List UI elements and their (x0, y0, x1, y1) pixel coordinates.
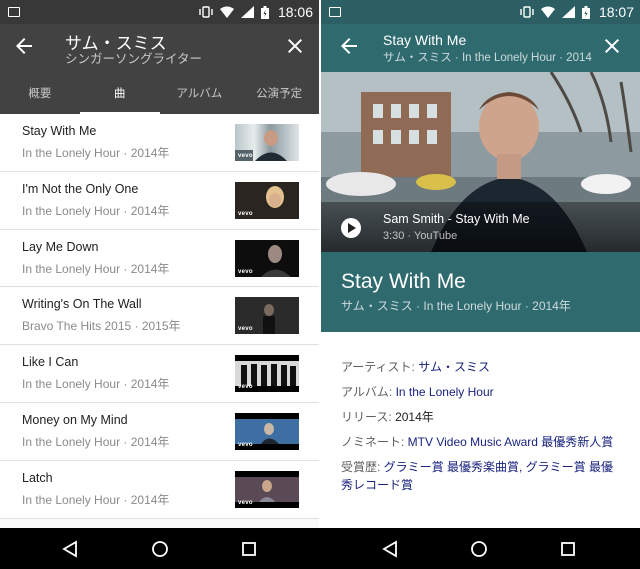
close-icon (288, 39, 302, 53)
image-notification-icon (329, 7, 341, 17)
song-album-year: In the Lonely Hour · 2014年 (22, 146, 170, 160)
back-button[interactable] (337, 34, 361, 58)
video-player[interactable]: Sam Smith - Stay With Me 3:30 · YouTube (321, 72, 640, 252)
back-button[interactable] (12, 34, 36, 58)
song-title: Stay With Me (22, 124, 97, 138)
close-button[interactable] (283, 34, 307, 58)
song-list: Stay With Me In the Lonely Hour · 2014年 … (0, 114, 319, 519)
close-icon (605, 39, 619, 53)
image-notification-icon (8, 7, 20, 17)
wifi-icon (540, 6, 555, 18)
tab-songs[interactable]: 曲 (79, 72, 160, 114)
fact-artist: アーティスト: サム・スミス (341, 360, 490, 374)
battery-icon (581, 5, 590, 19)
fact-awards: 受賞歴: グラミー賞 最優秀楽曲賞, グラミー賞 最優秀レコード賞 (341, 460, 614, 492)
song-info-title: Stay With Me (341, 270, 466, 293)
back-arrow-icon (16, 38, 32, 54)
artist-role: シンガーソングライター (65, 51, 203, 66)
fact-nomination: ノミネート: MTV Video Music Award 最優秀新人賞 (341, 435, 614, 449)
fact-album: アルバム: In the Lonely Hour (341, 385, 494, 399)
song-thumbnail: vevo (235, 470, 299, 508)
song-row[interactable]: I'm Not the Only One In the Lonely Hour … (0, 171, 319, 230)
song-title: Stay With Me (383, 32, 467, 48)
song-title: I'm Not the Only One (22, 181, 139, 196)
signal-icon (561, 6, 575, 18)
song-thumbnail: vevo (235, 239, 299, 277)
song-row[interactable]: Lay Me Down In the Lonely Hour · 2014年 v… (0, 229, 319, 288)
fact-release: リリース: 2014年 (341, 410, 434, 424)
song-album-year: In the Lonely Hour · 2014年 (22, 261, 170, 276)
vibrate-icon (520, 6, 534, 18)
song-row[interactable]: Latch In the Lonely Hour · 2014年 vevo (0, 460, 319, 519)
tab-events[interactable]: 公演予定 (239, 72, 319, 114)
status-bar: 18:07 (321, 0, 640, 24)
song-title: Lay Me Down (22, 239, 99, 254)
song-album-year: Bravo The Hits 2015 · 2015年 (22, 319, 181, 334)
song-album-year: In the Lonely Hour · 2014年 (22, 492, 170, 507)
song-thumbnail: vevo (235, 355, 299, 393)
song-album-year: In the Lonely Hour · 2014年 (22, 377, 170, 392)
song-subtitle: サム・スミス · In the Lonely Hour · 2014… (383, 52, 593, 64)
nav-back-icon[interactable] (60, 539, 80, 559)
clock: 18:07 (598, 4, 634, 20)
song-title: Writing's On The Wall (22, 297, 142, 312)
song-info-band: Stay With Me サム・スミス · In the Lonely Hour… (321, 252, 640, 332)
song-thumbnail: vevo (235, 181, 299, 219)
vibrate-icon (199, 6, 213, 18)
album-link[interactable]: In the Lonely Hour (396, 385, 494, 399)
song-album-year: In the Lonely Hour · 2014年 (22, 203, 170, 218)
video-duration-source: 3:30 · YouTube (383, 230, 458, 242)
nav-recents-icon[interactable] (558, 539, 578, 559)
nav-back-icon[interactable] (380, 539, 400, 559)
song-album-year: In the Lonely Hour · 2014年 (22, 434, 170, 449)
close-button[interactable] (600, 34, 624, 58)
artist-tabs: 概要 曲 アルバム 公演予定 (0, 72, 319, 114)
song-row[interactable]: Money on My Mind In the Lonely Hour · 20… (0, 402, 319, 461)
tab-overview[interactable]: 概要 (0, 72, 80, 114)
song-thumbnail: vevo (235, 297, 299, 335)
song-header: Stay With Me サム・スミス · In the Lonely Hour… (321, 24, 640, 72)
battery-icon (260, 5, 269, 19)
song-title: Like I Can (22, 355, 79, 370)
release-year: 2014年 (395, 410, 434, 424)
nav-home-icon[interactable] (150, 539, 170, 559)
artist-link[interactable]: サム・スミス (418, 360, 490, 374)
signal-icon (240, 6, 254, 18)
song-thumbnail: vevo (235, 124, 299, 161)
artist-header: サム・スミス シンガーソングライター 概要 曲 アルバム 公演予定 (0, 24, 319, 114)
song-row[interactable]: Writing's On The Wall Bravo The Hits 201… (0, 287, 319, 346)
back-arrow-icon (341, 38, 357, 54)
song-row[interactable]: Like I Can In the Lonely Hour · 2014年 ve… (0, 345, 319, 403)
song-info-subtitle: サム・スミス · In the Lonely Hour · 2014年 (341, 299, 571, 313)
play-icon[interactable] (341, 218, 361, 238)
song-facts: アーティスト: サム・スミス アルバム: In the Lonely Hour … (321, 332, 640, 501)
song-thumbnail: vevo (235, 412, 299, 450)
wifi-icon (219, 6, 234, 18)
song-title: Money on My Mind (22, 412, 128, 427)
navigation-bar (0, 528, 640, 569)
song-row[interactable]: Stay With Me In the Lonely Hour · 2014年 … (0, 114, 319, 172)
video-title: Sam Smith - Stay With Me (383, 212, 530, 226)
song-title: Latch (22, 470, 53, 485)
song-detail-screen: 18:07 Stay With Me サム・スミス · In the Lonel… (321, 0, 640, 528)
nomination-link[interactable]: MTV Video Music Award 最優秀新人賞 (408, 435, 614, 449)
artist-songs-screen: 18:06 サム・スミス シンガーソングライター 概要 曲 アルバム 公演予定 (0, 0, 319, 528)
nav-home-icon[interactable] (469, 539, 489, 559)
clock: 18:06 (277, 4, 313, 20)
nav-recents-icon[interactable] (239, 539, 259, 559)
status-bar: 18:06 (0, 0, 319, 24)
tab-albums[interactable]: アルバム (160, 72, 240, 114)
